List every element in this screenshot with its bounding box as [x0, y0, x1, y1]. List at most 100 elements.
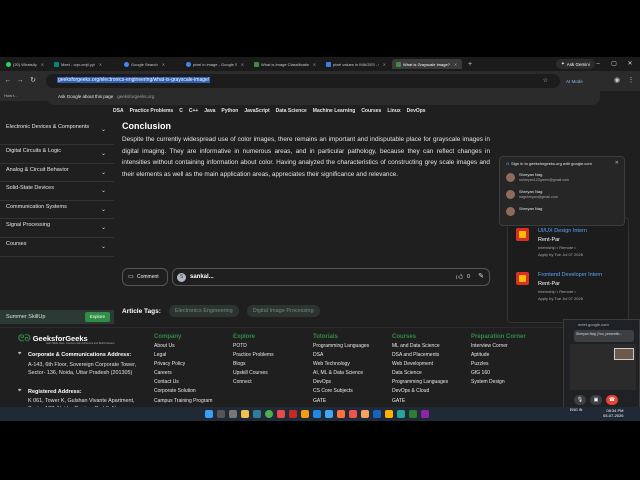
app-icon[interactable] [337, 410, 345, 418]
close-icon[interactable]: ✕ [615, 160, 619, 166]
footer-link[interactable]: POTD [233, 342, 274, 351]
footer-link[interactable]: Web Development [392, 360, 448, 369]
footer-link[interactable]: Puzzles [471, 360, 526, 369]
account-option[interactable]: Shreyan Nag nagshreyan@gmail.com [506, 188, 618, 203]
browser-tab[interactable]: pixel in image - Google Se ✕ [182, 59, 248, 69]
nav-link[interactable]: Machine Learning [313, 108, 356, 114]
account-option[interactable]: Shreyan Nag [506, 205, 618, 220]
footer-link[interactable]: Legal [154, 351, 212, 360]
url-text[interactable]: geeksforgeeks.org/electronics-engineerin… [57, 77, 211, 83]
footer-link[interactable]: Campus Training Program [154, 397, 212, 406]
reload-icon[interactable]: ↻ [28, 76, 38, 86]
footer-link[interactable]: Blogs [233, 360, 274, 369]
maximize-button[interactable]: ▢ [608, 59, 620, 69]
avatar[interactable]: S [177, 273, 186, 282]
footer-link[interactable]: Connect [233, 378, 274, 387]
nav-link[interactable]: Linux [387, 108, 400, 114]
nav-link[interactable]: Python [221, 108, 238, 114]
browser-tab[interactable]: Google Search ✕ [120, 59, 180, 69]
omnibox-suggestion[interactable]: Ask Google about this page geeksforgeeks.… [58, 94, 154, 99]
edit-icon[interactable]: ✎ [478, 272, 484, 280]
footer-link[interactable]: Practice Problems [233, 351, 274, 360]
app-icon[interactable] [325, 410, 333, 418]
footer-link[interactable]: Interview Corner [471, 342, 526, 351]
address-bar[interactable]: geeksforgeeks.org/electronics-engineerin… [46, 74, 560, 88]
footer-link[interactable]: Contact Us [154, 378, 212, 387]
browser-tab[interactable]: What is Image Classificatio ✕ [250, 59, 320, 69]
app-icon[interactable] [349, 410, 357, 418]
explore-button[interactable]: Explore [84, 312, 110, 322]
footer-link[interactable]: GfG 160 [471, 369, 526, 378]
file-explorer-icon[interactable] [241, 410, 249, 418]
close-tab-icon[interactable]: ✕ [313, 62, 316, 67]
chrome-icon[interactable] [265, 410, 273, 418]
footer-link[interactable]: DevOps & Cloud [392, 387, 448, 396]
footer-link[interactable]: DSA and Placements [392, 351, 448, 360]
forward-icon[interactable]: → [15, 76, 25, 86]
sidebar-item[interactable]: Courses ⌄ [0, 238, 114, 257]
back-icon[interactable]: ← [3, 76, 13, 86]
browser-tab[interactable]: What is Grayscale Image? ✕ [392, 59, 462, 69]
nav-link[interactable]: JavaScript [244, 108, 269, 114]
footer-link[interactable]: GATE [392, 397, 448, 406]
mic-icon[interactable]: 🎙︎ [574, 395, 586, 405]
browser-tab[interactable]: pixel values in IMAGES - Go ✕ [322, 59, 390, 69]
app-icon[interactable] [301, 410, 309, 418]
bookmark-item[interactable]: How t... [0, 91, 46, 101]
nav-link[interactable]: DevOps [407, 108, 426, 114]
author-name[interactable]: sankal... [190, 274, 214, 280]
menu-kebab-icon[interactable]: ⋮ [626, 76, 636, 86]
footer-link[interactable]: ML and Data Science [392, 342, 448, 351]
like-icon[interactable]: 👍︎ [456, 272, 463, 281]
footer-link[interactable]: Programming Languages [313, 342, 369, 351]
browser-tab[interactable]: Meet - cqn-cmjf-yyi ✕ [50, 59, 118, 69]
hangup-icon[interactable]: ☎ [606, 395, 618, 405]
minimize-button[interactable]: – [592, 59, 604, 69]
search-icon[interactable] [217, 410, 225, 418]
new-tab-icon[interactable]: + [464, 59, 476, 69]
footer-link[interactable]: Data Science [392, 369, 448, 378]
footer-link[interactable]: Careers [154, 369, 212, 378]
close-tab-icon[interactable]: ✕ [383, 62, 386, 67]
footer-link[interactable]: DevOps [313, 378, 369, 387]
footer-link[interactable]: About Us [154, 342, 212, 351]
app-icon[interactable] [421, 410, 429, 418]
close-window-button[interactable]: ✕ [624, 59, 636, 69]
footer-link[interactable]: DSA [313, 351, 369, 360]
footer-link[interactable]: Privacy Policy [154, 360, 212, 369]
ask-gemini-button[interactable]: ✦ Ask Gemini [556, 59, 595, 69]
start-icon[interactable] [205, 410, 213, 418]
nav-link[interactable]: Practice Problems [130, 108, 174, 114]
comment-button[interactable]: ▭ Comment [122, 268, 168, 286]
app-icon[interactable] [253, 410, 261, 418]
ai-mode-button[interactable]: AI Mode [562, 76, 587, 86]
footer-link[interactable]: GATE [313, 397, 369, 406]
footer-link[interactable]: AI, ML & Data Science [313, 369, 369, 378]
app-icon[interactable] [289, 410, 297, 418]
footer-link[interactable]: Aptitude [471, 351, 526, 360]
nav-link[interactable]: C++ [189, 108, 198, 114]
account-option[interactable]: Shreyan Nag nshreyan123green@gmail.com [506, 171, 618, 186]
app-icon[interactable] [373, 410, 381, 418]
close-tab-icon[interactable]: ✕ [41, 62, 44, 67]
tag-chip[interactable]: Electronics Engineering [168, 305, 239, 317]
sidebar-item[interactable]: Digital Circuits & Logic ⌄ [0, 145, 114, 164]
browser-tab[interactable]: (20) WhatsApp ✕ [2, 59, 48, 69]
footer-link[interactable]: Programming Languages [392, 378, 448, 387]
close-tab-icon[interactable]: ✕ [454, 62, 457, 67]
sidebar-item[interactable]: Communication Systems ⌄ [0, 201, 114, 220]
app-icon[interactable] [397, 410, 405, 418]
footer-link[interactable]: System Design [471, 378, 526, 387]
app-icon[interactable] [313, 410, 321, 418]
sidebar-item[interactable]: Electronic Devices & Components ⌄ [0, 121, 114, 145]
job-title[interactable]: Frontend Developer Intern [538, 272, 602, 278]
language-indicator[interactable]: ENG IN [570, 408, 582, 413]
nav-link[interactable]: Data Science [276, 108, 307, 114]
sidebar-item[interactable]: Signal Processing ⌄ [0, 219, 114, 238]
close-tab-icon[interactable]: ✕ [241, 62, 244, 67]
footer-link[interactable]: Corporate Solution [154, 387, 212, 396]
sidebar-item[interactable]: Analog & Circuit Behavior ⌄ [0, 164, 114, 183]
app-icon[interactable] [277, 410, 285, 418]
app-icon[interactable] [385, 410, 393, 418]
bookmark-star-icon[interactable]: ☆ [543, 77, 548, 84]
